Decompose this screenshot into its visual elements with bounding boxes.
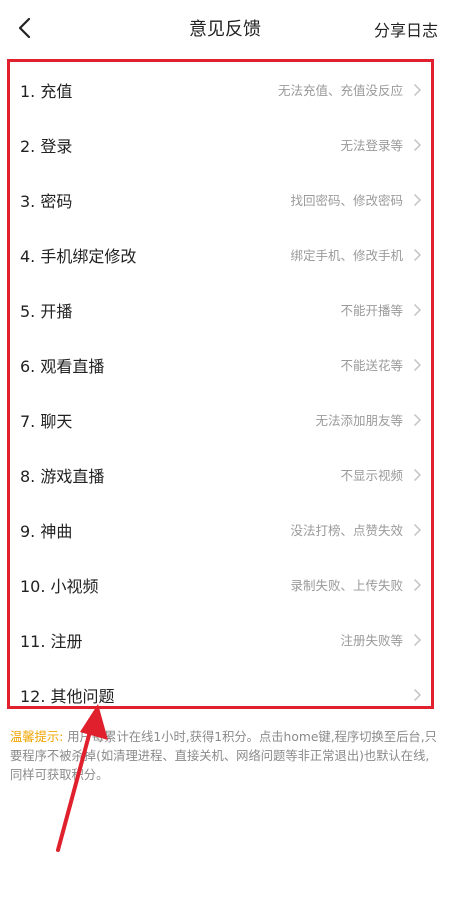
list-item-register[interactable]: 11. 注册 注册失败等: [10, 612, 431, 667]
chevron-right-icon: [411, 633, 423, 647]
chevron-right-icon: [411, 523, 423, 537]
list-item-hint: 注册失败等: [340, 633, 403, 648]
list-item-password[interactable]: 3. 密码 找回密码、修改密码: [10, 172, 431, 227]
list-item-hint: 录制失败、上传失败: [290, 578, 403, 593]
list-item-label: 1. 充值: [20, 81, 73, 101]
list-item-hint: 不能开播等: [340, 303, 403, 318]
header: 意见反馈 分享日志: [0, 0, 450, 56]
list-item-hint: 没法打榜、点赞失效: [290, 523, 403, 538]
list-item-game-live[interactable]: 8. 游戏直播 不显示视频: [10, 447, 431, 502]
chevron-right-icon: [411, 468, 423, 482]
list-item-short-video[interactable]: 10. 小视频 录制失败、上传失败: [10, 557, 431, 612]
chevron-right-icon: [411, 578, 423, 592]
red-arrow-annotation: [56, 704, 108, 852]
list-item-hint: 不能送花等: [340, 358, 403, 373]
chevron-right-icon: [411, 83, 423, 97]
list-item-label: 8. 游戏直播: [20, 466, 105, 486]
chevron-right-icon: [411, 303, 423, 317]
list-item-label: 11. 注册: [20, 631, 83, 651]
list-item-label: 5. 开播: [20, 301, 73, 321]
chevron-right-icon: [411, 248, 423, 262]
list-item-chat[interactable]: 7. 聊天 无法添加朋友等: [10, 392, 431, 447]
chevron-right-icon: [411, 138, 423, 152]
list-item-hint: 找回密码、修改密码: [290, 193, 403, 208]
list-item-label: 6. 观看直播: [20, 356, 105, 376]
share-log-button[interactable]: 分享日志: [374, 17, 438, 41]
list-item-start-broadcast[interactable]: 5. 开播 不能开播等: [10, 282, 431, 337]
list-item-hint: 绑定手机、修改手机: [290, 248, 403, 263]
list-item-phone-binding[interactable]: 4. 手机绑定修改 绑定手机、修改手机: [10, 227, 431, 282]
feedback-list: 1. 充值 无法充值、充值没反应 2. 登录 无法登录等 3. 密码 找回密码、…: [7, 59, 434, 709]
chevron-right-icon: [411, 358, 423, 372]
list-item-label: 2. 登录: [20, 136, 73, 156]
list-item-hint: 无法充值、充值没反应: [277, 83, 403, 98]
list-item-hint: 无法添加朋友等: [315, 413, 403, 428]
list-item-hint: 不显示视频: [340, 468, 403, 483]
list-item-recharge[interactable]: 1. 充值 无法充值、充值没反应: [10, 62, 431, 117]
list-item-label: 4. 手机绑定修改: [20, 246, 137, 266]
list-item-hint: 无法登录等: [340, 138, 403, 153]
chevron-right-icon: [411, 413, 423, 427]
list-item-label: 10. 小视频: [20, 576, 99, 596]
list-item-label: 9. 神曲: [20, 521, 73, 541]
list-item-watch-live[interactable]: 6. 观看直播 不能送花等: [10, 337, 431, 392]
chevron-right-icon: [411, 688, 423, 702]
list-item-label: 3. 密码: [20, 191, 73, 211]
list-item-song[interactable]: 9. 神曲 没法打榜、点赞失效: [10, 502, 431, 557]
chevron-right-icon: [411, 193, 423, 207]
list-item-label: 7. 聊天: [20, 411, 73, 431]
list-item-login[interactable]: 2. 登录 无法登录等: [10, 117, 431, 172]
